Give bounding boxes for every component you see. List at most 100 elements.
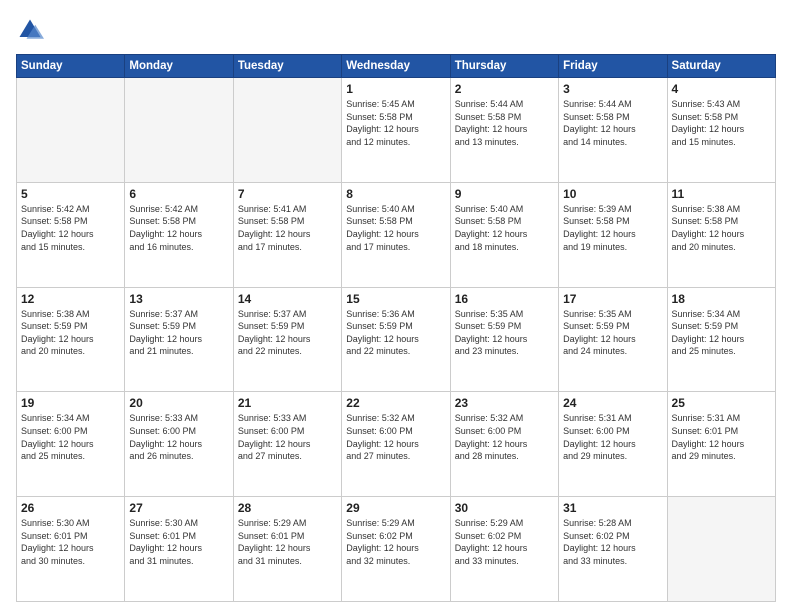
day-info: Sunrise: 5:36 AM Sunset: 5:59 PM Dayligh… [346,308,445,358]
calendar-cell: 3Sunrise: 5:44 AM Sunset: 5:58 PM Daylig… [559,78,667,183]
calendar-cell: 23 Sunrise: 5:32 AM Sunset: 6:00 PM Dayli… [450,392,558,497]
calendar-cell: 10Sunrise: 5:39 AM Sunset: 5:58 PM Dayli… [559,182,667,287]
day-info: Sunrise: 5:28 AM Sunset: 6:02 PM Dayligh… [563,517,662,567]
calendar-cell: 31Sunrise: 5:28 AM Sunset: 6:02 PM Dayli… [559,497,667,602]
day-info: Sunrise: 5:44 AM Sunset: 5:58 PM Dayligh… [455,98,554,148]
week-row-2: 5 Sunrise: 5:42 AM Sunset: 5:58 PM Daylig… [17,182,776,287]
calendar-cell [17,78,125,183]
day-number: 3 [563,82,662,96]
day-number: 11 [672,187,771,201]
day-info: Sunrise: 5:40 AM Sunset: 5:58 PM Dayligh… [346,203,445,253]
day-number: 24 [563,396,662,410]
day-info: Sunrise: 5:38 AM Sunset: 5:58 PM Dayligh… [672,203,771,253]
day-number: 30 [455,501,554,515]
calendar-cell: 17 Sunrise: 5:35 AM Sunset: 5:59 PM Dayli… [559,287,667,392]
day-number: 17 [563,292,662,306]
calendar-cell: 6 Sunrise: 5:42 AM Sunset: 5:58 PM Daylig… [125,182,233,287]
calendar-cell: 26 Sunrise: 5:30 AM Sunset: 6:01 PM Dayli… [17,497,125,602]
calendar-body: 1 Sunrise: 5:45 AM Sunset: 5:58 PM Daylig… [17,78,776,602]
day-number: 2 [455,82,554,96]
calendar-cell: 2 Sunrise: 5:44 AM Sunset: 5:58 PM Daylig… [450,78,558,183]
calendar-table: SundayMondayTuesdayWednesdayThursdayFrid… [16,54,776,602]
calendar-cell: 1 Sunrise: 5:45 AM Sunset: 5:58 PM Daylig… [342,78,450,183]
calendar-cell: 9 Sunrise: 5:40 AM Sunset: 5:58 PM Daylig… [450,182,558,287]
day-number: 14 [238,292,337,306]
day-info: Sunrise: 5:31 AM Sunset: 6:01 PM Dayligh… [672,412,771,462]
day-info: Sunrise: 5:31 AM Sunset: 6:00 PM Dayligh… [563,412,662,462]
calendar-cell: 19 Sunrise: 5:34 AM Sunset: 6:00 PM Dayli… [17,392,125,497]
day-info: Sunrise: 5:43 AM Sunset: 5:58 PM Dayligh… [672,98,771,148]
logo-icon [16,16,44,44]
week-row-5: 26 Sunrise: 5:30 AM Sunset: 6:01 PM Dayli… [17,497,776,602]
day-info: Sunrise: 5:38 AM Sunset: 5:59 PM Dayligh… [21,308,120,358]
day-info: Sunrise: 5:32 AM Sunset: 6:00 PM Dayligh… [455,412,554,462]
day-info: Sunrise: 5:34 AM Sunset: 5:59 PM Dayligh… [672,308,771,358]
day-info: Sunrise: 5:37 AM Sunset: 5:59 PM Dayligh… [129,308,228,358]
calendar-cell: 18 Sunrise: 5:34 AM Sunset: 5:59 PM Dayli… [667,287,775,392]
day-info: Sunrise: 5:32 AM Sunset: 6:00 PM Dayligh… [346,412,445,462]
day-number: 25 [672,396,771,410]
calendar-cell: 24 Sunrise: 5:31 AM Sunset: 6:00 PM Dayli… [559,392,667,497]
page-container: SundayMondayTuesdayWednesdayThursdayFrid… [0,0,792,612]
logo [16,16,48,44]
day-number: 23 [455,396,554,410]
day-info: Sunrise: 5:40 AM Sunset: 5:58 PM Dayligh… [455,203,554,253]
header [16,16,776,44]
calendar-cell: 29 Sunrise: 5:29 AM Sunset: 6:02 PM Dayli… [342,497,450,602]
week-row-4: 19 Sunrise: 5:34 AM Sunset: 6:00 PM Dayli… [17,392,776,497]
day-number: 20 [129,396,228,410]
calendar-cell: 16Sunrise: 5:35 AM Sunset: 5:59 PM Dayli… [450,287,558,392]
day-number: 18 [672,292,771,306]
day-number: 19 [21,396,120,410]
calendar-cell: 30 Sunrise: 5:29 AM Sunset: 6:02 PM Dayli… [450,497,558,602]
day-number: 10 [563,187,662,201]
day-number: 22 [346,396,445,410]
day-number: 26 [21,501,120,515]
day-number: 4 [672,82,771,96]
calendar-cell: 4 Sunrise: 5:43 AM Sunset: 5:58 PM Daylig… [667,78,775,183]
day-info: Sunrise: 5:35 AM Sunset: 5:59 PM Dayligh… [563,308,662,358]
week-row-3: 12Sunrise: 5:38 AM Sunset: 5:59 PM Dayli… [17,287,776,392]
calendar-cell: 27Sunrise: 5:30 AM Sunset: 6:01 PM Dayli… [125,497,233,602]
calendar-cell: 11 Sunrise: 5:38 AM Sunset: 5:58 PM Dayli… [667,182,775,287]
calendar-cell: 8Sunrise: 5:40 AM Sunset: 5:58 PM Daylig… [342,182,450,287]
calendar-cell: 22 Sunrise: 5:32 AM Sunset: 6:00 PM Dayli… [342,392,450,497]
day-number: 9 [455,187,554,201]
header-day-sunday: Sunday [17,55,125,78]
day-info: Sunrise: 5:34 AM Sunset: 6:00 PM Dayligh… [21,412,120,462]
calendar-cell: 7Sunrise: 5:41 AM Sunset: 5:58 PM Daylig… [233,182,341,287]
day-info: Sunrise: 5:41 AM Sunset: 5:58 PM Dayligh… [238,203,337,253]
calendar-cell [667,497,775,602]
calendar-cell: 21Sunrise: 5:33 AM Sunset: 6:00 PM Dayli… [233,392,341,497]
header-day-tuesday: Tuesday [233,55,341,78]
day-number: 15 [346,292,445,306]
day-number: 29 [346,501,445,515]
calendar-cell: 25 Sunrise: 5:31 AM Sunset: 6:01 PM Dayli… [667,392,775,497]
header-day-saturday: Saturday [667,55,775,78]
day-number: 16 [455,292,554,306]
day-number: 21 [238,396,337,410]
calendar-cell: 5 Sunrise: 5:42 AM Sunset: 5:58 PM Daylig… [17,182,125,287]
day-info: Sunrise: 5:33 AM Sunset: 6:00 PM Dayligh… [129,412,228,462]
day-info: Sunrise: 5:30 AM Sunset: 6:01 PM Dayligh… [21,517,120,567]
header-day-monday: Monday [125,55,233,78]
day-number: 13 [129,292,228,306]
day-info: Sunrise: 5:42 AM Sunset: 5:58 PM Dayligh… [129,203,228,253]
day-number: 5 [21,187,120,201]
day-number: 27 [129,501,228,515]
header-day-thursday: Thursday [450,55,558,78]
calendar-cell: 15 Sunrise: 5:36 AM Sunset: 5:59 PM Dayli… [342,287,450,392]
day-number: 1 [346,82,445,96]
day-info: Sunrise: 5:29 AM Sunset: 6:02 PM Dayligh… [455,517,554,567]
calendar-cell: 13 Sunrise: 5:37 AM Sunset: 5:59 PM Dayli… [125,287,233,392]
calendar-cell: 12Sunrise: 5:38 AM Sunset: 5:59 PM Dayli… [17,287,125,392]
calendar-cell: 20 Sunrise: 5:33 AM Sunset: 6:00 PM Dayli… [125,392,233,497]
day-number: 6 [129,187,228,201]
calendar-header-row: SundayMondayTuesdayWednesdayThursdayFrid… [17,55,776,78]
day-info: Sunrise: 5:29 AM Sunset: 6:02 PM Dayligh… [346,517,445,567]
header-day-wednesday: Wednesday [342,55,450,78]
calendar-cell [125,78,233,183]
day-info: Sunrise: 5:45 AM Sunset: 5:58 PM Dayligh… [346,98,445,148]
day-info: Sunrise: 5:42 AM Sunset: 5:58 PM Dayligh… [21,203,120,253]
calendar-cell: 14Sunrise: 5:37 AM Sunset: 5:59 PM Dayli… [233,287,341,392]
